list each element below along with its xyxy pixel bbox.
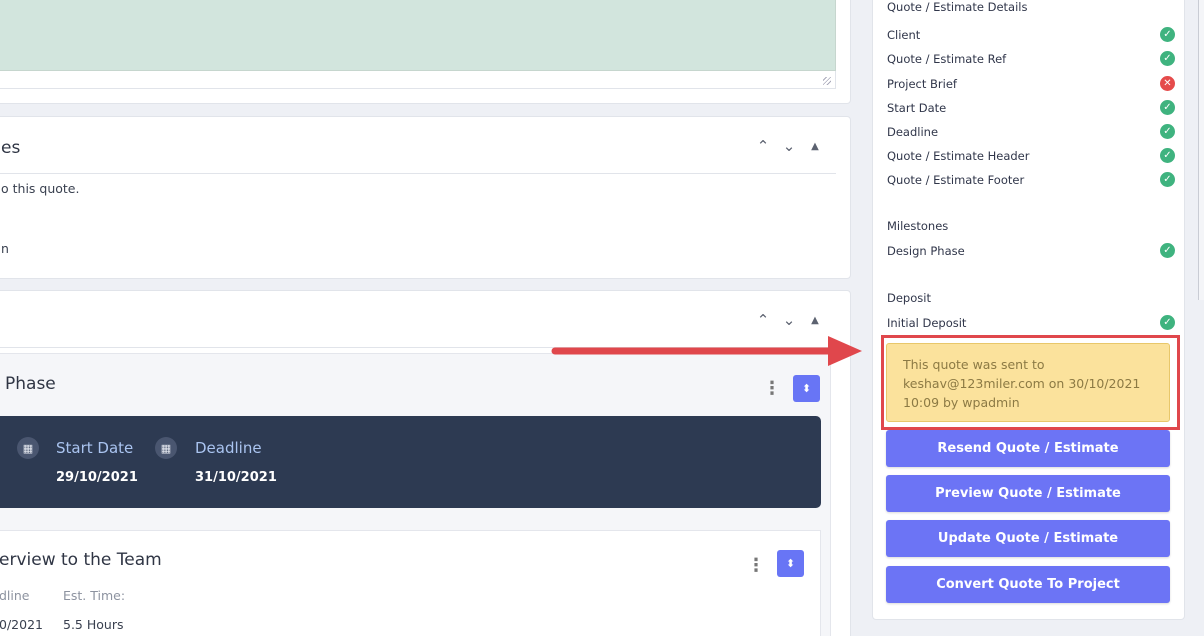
check-icon: ✓ xyxy=(1160,148,1175,163)
check-icon: ✓ xyxy=(1160,315,1175,330)
checklist-item-client: Client ✓ xyxy=(887,25,1177,45)
checklist-item-label: Initial Deposit xyxy=(887,316,967,330)
scrollbar[interactable] xyxy=(1198,0,1204,300)
more-options-icon[interactable]: ⋮ xyxy=(763,380,781,398)
milestones-heading: Milestones xyxy=(887,219,949,233)
task-deadline-value: 0/2021 xyxy=(0,617,43,632)
checklist-item-design-phase: Design Phase ✓ xyxy=(887,241,1177,261)
move-up-icon[interactable]: ⌃ xyxy=(755,311,771,329)
checklist-item-label: Client xyxy=(887,28,921,42)
terms-panel-title: es xyxy=(1,138,21,158)
details-heading: Quote / Estimate Details xyxy=(887,0,1028,14)
terms-text-line2: n xyxy=(1,241,9,256)
terms-text-line1: o this quote. xyxy=(1,181,80,196)
task-card: erview to the Team ⋮ ⬍ dline Est. Time: … xyxy=(0,530,821,636)
deadline-label: Deadline xyxy=(195,439,262,457)
checklist-item-deadline: Deadline ✓ xyxy=(887,122,1177,142)
terms-panel-controls: ⌃ ⌄ ▲ xyxy=(755,137,823,155)
checklist-item-footer: Quote / Estimate Footer ✓ xyxy=(887,170,1177,190)
move-down-icon[interactable]: ⌄ xyxy=(781,311,797,329)
preview-quote-button[interactable]: Preview Quote / Estimate xyxy=(886,475,1170,512)
cross-icon: ✕ xyxy=(1160,76,1175,91)
checklist-item-label: Project Brief xyxy=(887,77,957,91)
checklist-item-brief: Project Brief ✕ xyxy=(887,74,1177,94)
checklist-item-header: Quote / Estimate Header ✓ xyxy=(887,146,1177,166)
checklist-item-label: Deadline xyxy=(887,125,939,139)
collapse-icon[interactable]: ▲ xyxy=(807,315,823,326)
notes-footer xyxy=(0,71,836,89)
checklist-item-label: Design Phase xyxy=(887,244,965,258)
check-icon: ✓ xyxy=(1160,172,1175,187)
resize-handle-icon[interactable] xyxy=(823,77,831,85)
task-title: erview to the Team xyxy=(0,550,162,570)
deposit-heading: Deposit xyxy=(887,291,931,305)
sort-icon: ⬍ xyxy=(801,382,812,395)
checklist-item-ref: Quote / Estimate Ref ✓ xyxy=(887,49,1177,69)
quote-sent-notice: This quote was sent to keshav@123miler.c… xyxy=(886,343,1170,422)
milestone-card: Phase ⋮ ⬍ ▦ Start Date 29/10/2021 ▦ Dead… xyxy=(0,353,831,636)
annotation-arrow-icon xyxy=(551,336,862,366)
notes-panel xyxy=(0,0,851,104)
milestone-title: Phase xyxy=(5,374,56,394)
start-date-label: Start Date xyxy=(56,439,134,457)
terms-panel: es ⌃ ⌄ ▲ o this quote. n xyxy=(0,116,851,279)
checklist-item-label: Quote / Estimate Footer xyxy=(887,173,1025,187)
milestone-dates-bar: ▦ Start Date 29/10/2021 ▦ Deadline 31/10… xyxy=(0,416,821,508)
resend-quote-button[interactable]: Resend Quote / Estimate xyxy=(886,430,1170,467)
deadline-value: 31/10/2021 xyxy=(195,470,277,485)
reorder-button[interactable]: ⬍ xyxy=(777,550,804,577)
calendar-icon: ▦ xyxy=(155,437,177,459)
check-icon: ✓ xyxy=(1160,100,1175,115)
check-icon: ✓ xyxy=(1160,124,1175,139)
milestones-panel-controls: ⌃ ⌄ ▲ xyxy=(755,311,823,329)
terms-divider xyxy=(0,173,836,174)
check-icon: ✓ xyxy=(1160,243,1175,258)
collapse-icon[interactable]: ▲ xyxy=(807,141,823,152)
update-quote-button[interactable]: Update Quote / Estimate xyxy=(886,520,1170,557)
notes-textarea[interactable] xyxy=(0,0,836,71)
start-date-value: 29/10/2021 xyxy=(56,470,138,485)
checklist-item-initial-deposit: Initial Deposit ✓ xyxy=(887,313,1177,333)
task-est-label: Est. Time: xyxy=(63,588,126,603)
move-down-icon[interactable]: ⌄ xyxy=(781,137,797,155)
more-options-icon[interactable]: ⋮ xyxy=(747,557,765,575)
calendar-icon: ▦ xyxy=(17,437,39,459)
reorder-button[interactable]: ⬍ xyxy=(793,375,820,402)
check-icon: ✓ xyxy=(1160,51,1175,66)
checklist-item-label: Quote / Estimate Ref xyxy=(887,52,1007,66)
task-est-value: 5.5 Hours xyxy=(63,617,124,632)
checklist-item-label: Start Date xyxy=(887,101,947,115)
move-up-icon[interactable]: ⌃ xyxy=(755,137,771,155)
checklist-item-label: Quote / Estimate Header xyxy=(887,149,1030,163)
convert-quote-button[interactable]: Convert Quote To Project xyxy=(886,566,1170,603)
check-icon: ✓ xyxy=(1160,27,1175,42)
sort-icon: ⬍ xyxy=(785,557,796,570)
checklist-item-start-date: Start Date ✓ xyxy=(887,98,1177,118)
task-deadline-label: dline xyxy=(0,588,30,603)
